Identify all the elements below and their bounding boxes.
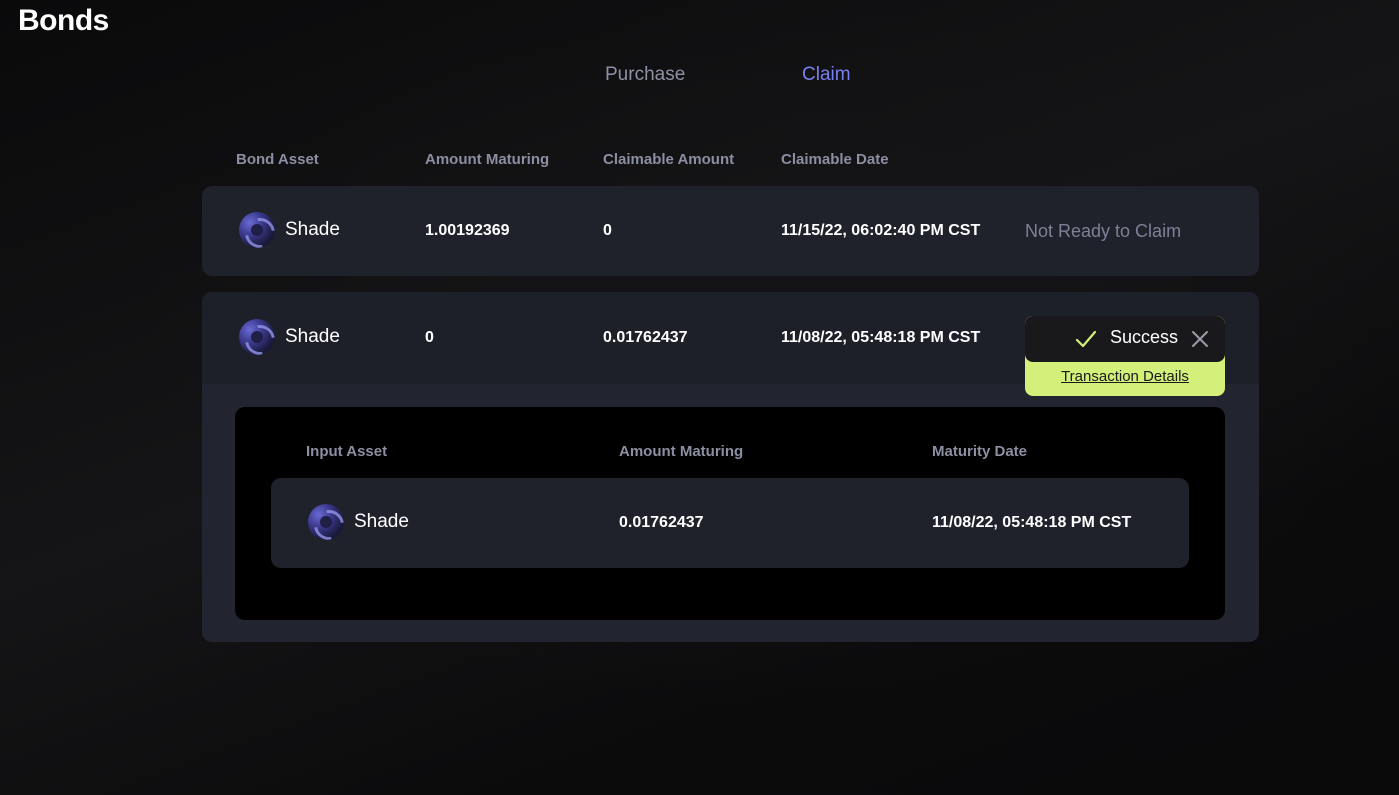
bond-asset-name: Shade [285, 326, 340, 347]
page-title: Bonds [18, 4, 109, 37]
claimable-date-value: 11/15/22, 06:02:40 PM CST [781, 222, 981, 239]
bond-asset-cell: Shade [239, 319, 340, 355]
claimable-date-value: 11/08/22, 05:48:18 PM CST [781, 329, 981, 346]
header-amount-maturing: Amount Maturing [425, 151, 550, 168]
toast-label: Success [1110, 327, 1179, 347]
shade-logo-icon [239, 212, 275, 248]
claimable-amount-value: 0 [603, 222, 612, 239]
amount-maturing-value: 0 [425, 329, 434, 346]
header-input-asset: Input Asset [306, 443, 388, 460]
tab-bar: Purchase Claim [0, 64, 1399, 92]
tab-purchase[interactable]: Purchase [605, 64, 685, 86]
claimable-amount-value: 0.01762437 [603, 329, 688, 346]
close-icon[interactable] [1191, 330, 1209, 348]
amount-maturing-value: 1.00192369 [425, 222, 510, 239]
toast-header: Success [1025, 316, 1225, 362]
tab-claim[interactable]: Claim [802, 64, 851, 86]
bond-row[interactable]: Shade 1.00192369 0 11/15/22, 06:02:40 PM… [202, 186, 1259, 276]
header-bond-asset: Bond Asset [236, 151, 319, 168]
header-claimable-amount: Claimable Amount [603, 151, 735, 168]
bond-asset-cell: Shade [239, 212, 340, 248]
transaction-details-link[interactable]: Transaction Details [1025, 368, 1225, 385]
shade-logo-icon [308, 504, 344, 540]
header-maturity-date: Maturity Date [932, 443, 1028, 460]
detail-amount-maturing-value: 0.01762437 [619, 514, 704, 531]
header-detail-amount-maturing: Amount Maturing [619, 443, 744, 460]
input-asset-name: Shade [354, 511, 409, 532]
claim-status-text: Not Ready to Claim [1025, 221, 1182, 241]
maturity-date-value: 11/08/22, 05:48:18 PM CST [932, 514, 1132, 531]
success-toast: Success Transaction Details [1025, 316, 1225, 396]
check-icon [1075, 330, 1097, 348]
shade-logo-icon [239, 319, 275, 355]
header-claimable-date: Claimable Date [781, 151, 889, 168]
bond-asset-name: Shade [285, 219, 340, 240]
input-asset-cell: Shade [308, 504, 409, 540]
detail-row: Shade 0.01762437 11/08/22, 05:48:18 PM C… [271, 478, 1189, 568]
